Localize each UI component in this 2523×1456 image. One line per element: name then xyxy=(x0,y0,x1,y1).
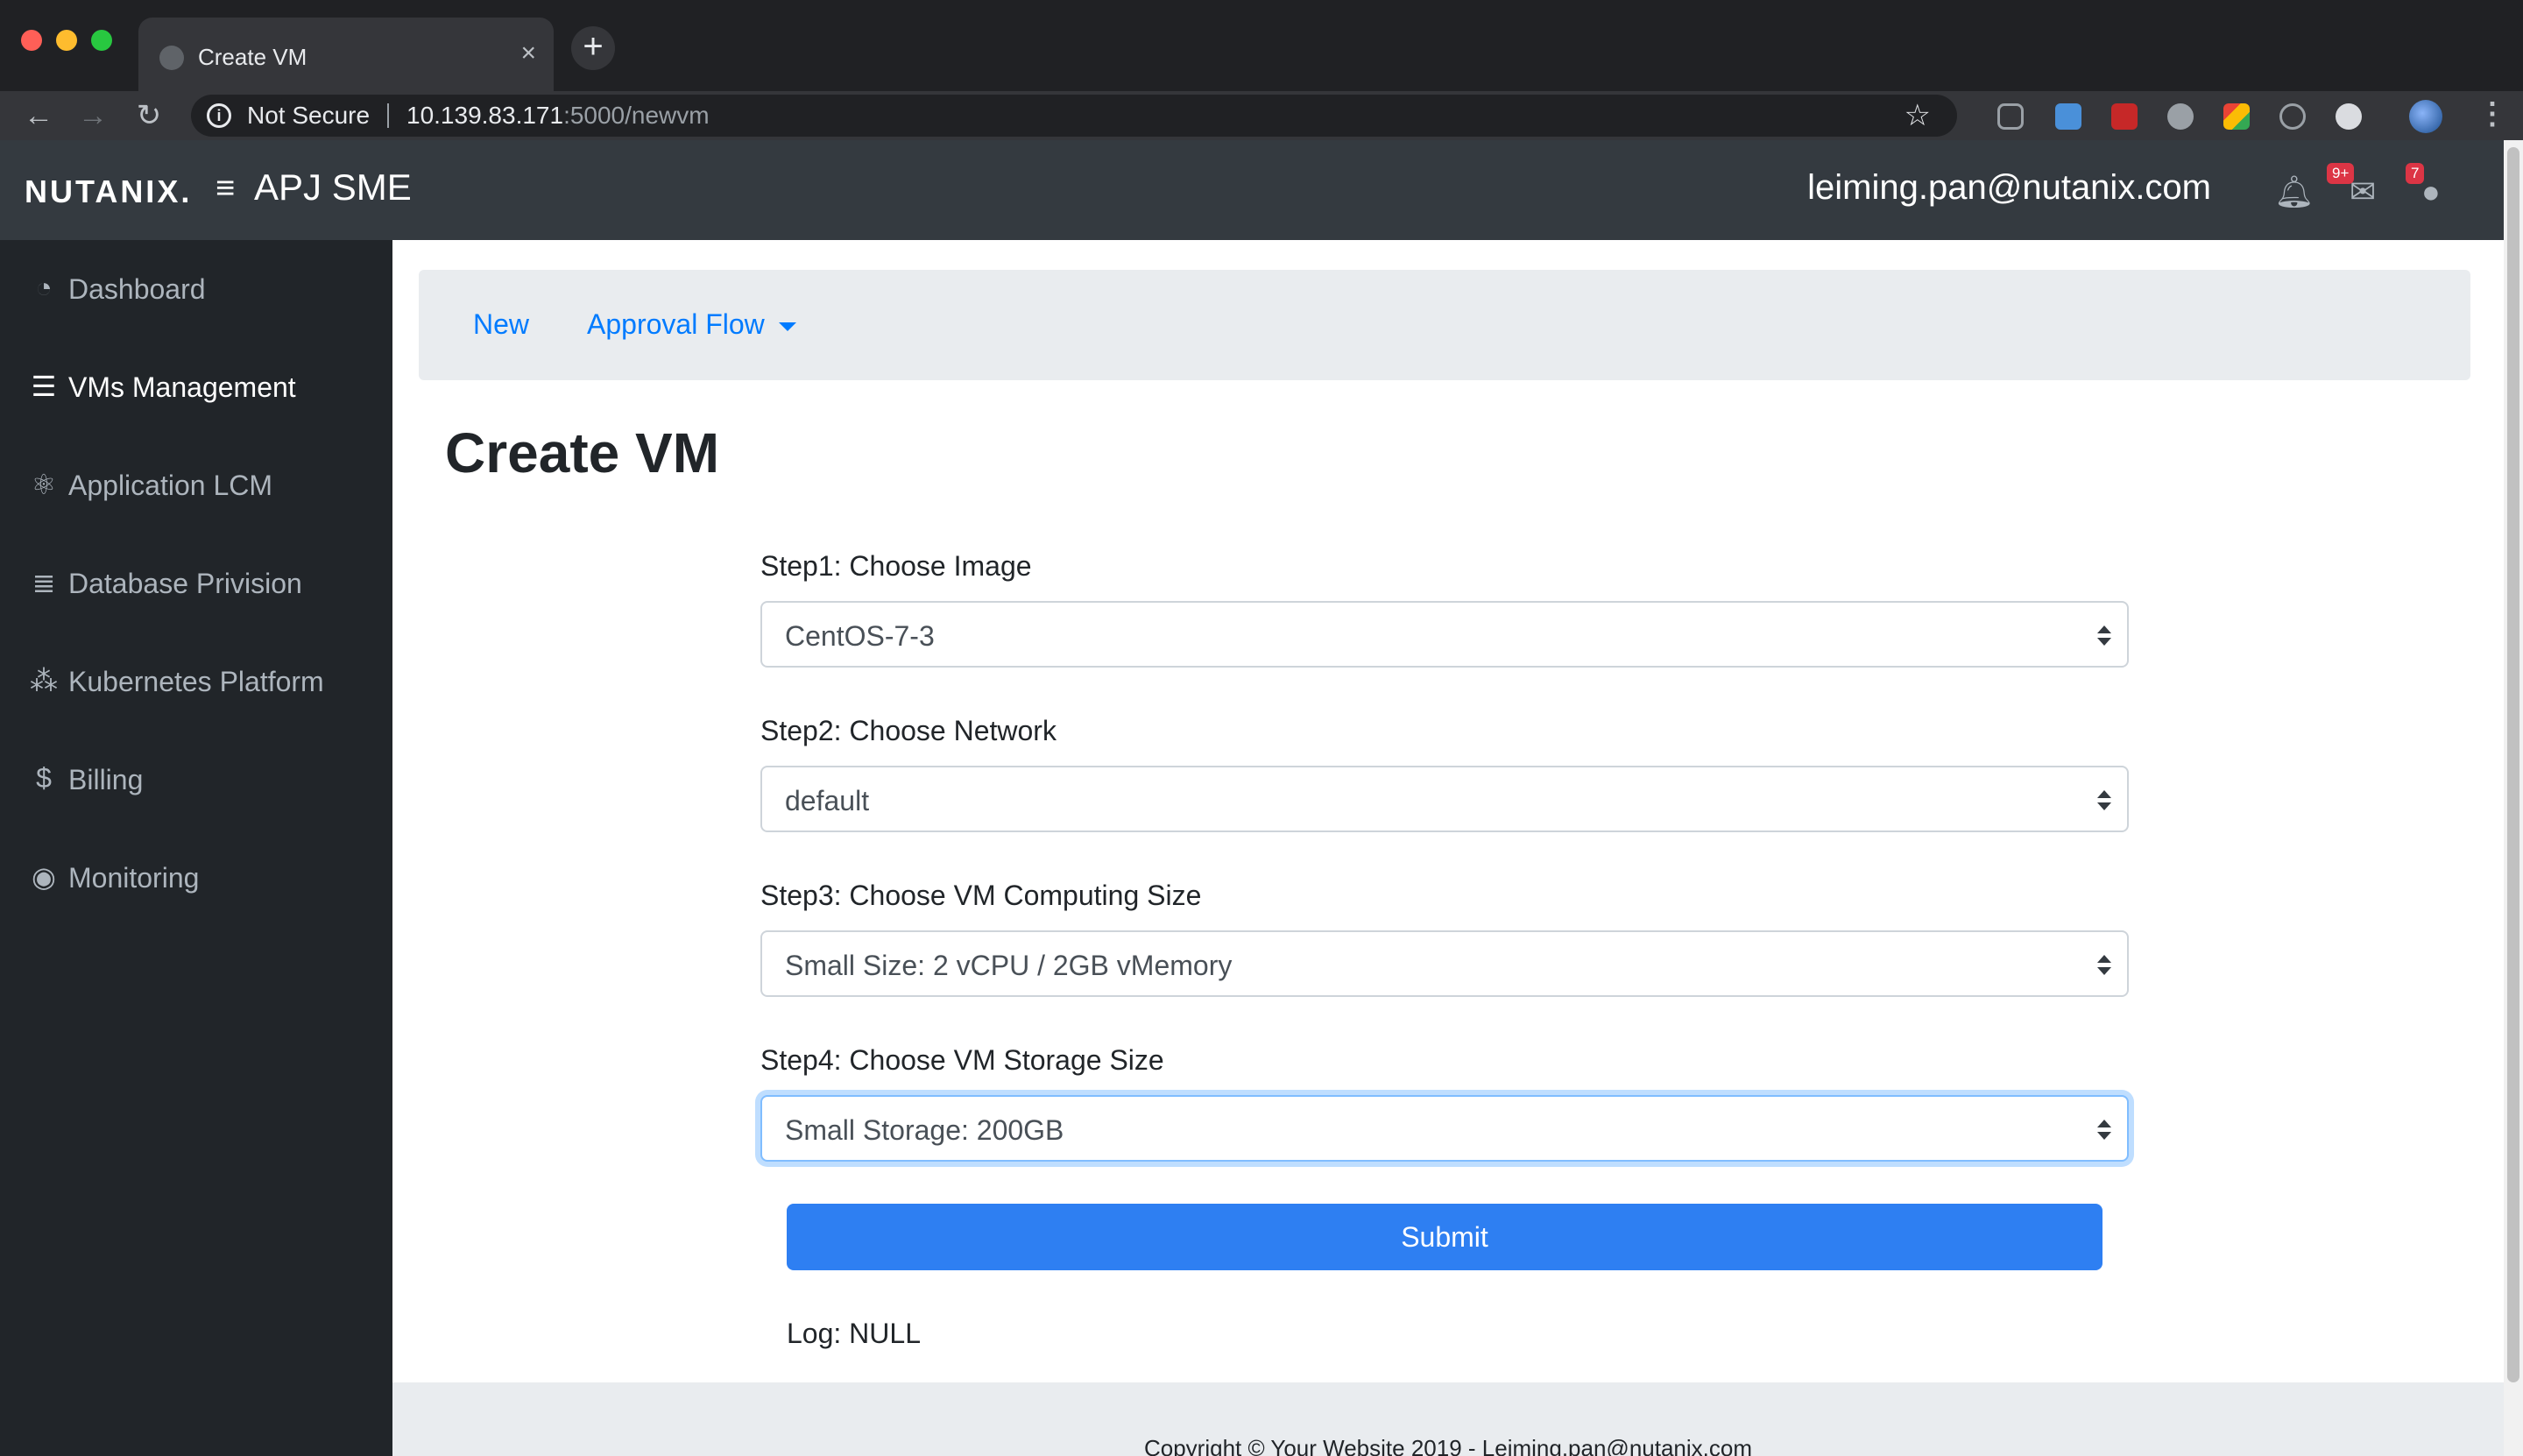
sidebar-item-database-privision[interactable]: ≣ Database Privision xyxy=(28,559,378,608)
log-output: Log: NULL xyxy=(787,1318,921,1349)
page-scrollbar[interactable] xyxy=(2504,140,2523,1456)
sidebar-item-vms-management[interactable]: ☰ VMs Management xyxy=(28,363,378,412)
select-arrows-icon xyxy=(2097,950,2111,979)
server-icon: ☰ xyxy=(31,371,57,402)
reload-icon[interactable]: ↻ xyxy=(131,98,166,133)
network-select[interactable]: default xyxy=(760,766,2129,832)
url-path: :5000/newvm xyxy=(563,102,710,129)
submit-button[interactable]: Submit xyxy=(787,1204,2102,1270)
sidebar-item-label: Monitoring xyxy=(68,862,200,894)
sidebar-item-label: VMs Management xyxy=(68,371,296,403)
footer: Copyright © Your Website 2019 - Leiming.… xyxy=(392,1382,2504,1456)
browser-tab-bar: Create VM × + xyxy=(0,0,2523,91)
computing-size-select[interactable]: Small Size: 2 vCPU / 2GB vMemory xyxy=(760,930,2129,997)
address-bar[interactable]: i Not Secure 10.139.83.171:5000/newvm ☆ xyxy=(191,95,1957,137)
security-label: Not Secure xyxy=(247,102,371,129)
url-separator xyxy=(387,103,389,128)
sidebar-item-label: Database Privision xyxy=(68,568,302,599)
forward-icon[interactable]: → xyxy=(75,98,110,133)
select-arrows-icon xyxy=(2097,620,2111,650)
maximize-window-button[interactable] xyxy=(91,30,112,51)
atom-icon: ⚛ xyxy=(31,469,57,500)
new-tab-button[interactable]: + xyxy=(571,26,615,70)
step1-label: Step1: Choose Image xyxy=(760,550,1032,582)
step3-label: Step3: Choose VM Computing Size xyxy=(760,880,1202,911)
computing-size-select-value: Small Size: 2 vCPU / 2GB vMemory xyxy=(785,950,1233,981)
tab-title: Create VM xyxy=(198,44,307,70)
page-title: Create VM xyxy=(445,421,719,484)
site-name[interactable]: APJ SME xyxy=(254,166,412,209)
sidebar: ◔ Dashboard ☰ VMs Management ⚛ Applicati… xyxy=(0,240,392,1456)
pocket-extension-icon[interactable] xyxy=(1997,103,2024,130)
extension-blue-icon[interactable] xyxy=(2055,103,2081,130)
approval-flow-label: Approval Flow xyxy=(587,308,765,340)
eye-icon: ◉ xyxy=(32,861,56,893)
profile-avatar[interactable] xyxy=(2409,100,2442,133)
select-arrows-icon xyxy=(2097,785,2111,815)
user-email: leiming.pan@nutanix.com xyxy=(1807,168,2211,207)
sidebar-item-dashboard[interactable]: ◔ Dashboard xyxy=(28,265,378,314)
sidebar-item-billing[interactable]: $ Billing xyxy=(28,755,378,804)
info-icon[interactable]: i xyxy=(207,103,231,128)
sidebar-item-label: Kubernetes Platform xyxy=(68,666,324,697)
approval-flow-dropdown[interactable]: Approval Flow xyxy=(587,308,796,341)
storage-size-select-value: Small Storage: 200GB xyxy=(785,1114,1064,1146)
app-header: NUTANIX. ≡ APJ SME leiming.pan@nutanix.c… xyxy=(0,140,2504,240)
storage-size-select[interactable]: Small Storage: 200GB xyxy=(760,1095,2129,1162)
tachometer-icon: ◔ xyxy=(35,272,53,303)
image-select-value: CentOS-7-3 xyxy=(785,620,935,652)
image-select[interactable]: CentOS-7-3 xyxy=(760,601,2129,668)
close-window-button[interactable] xyxy=(21,30,42,51)
back-icon[interactable]: ← xyxy=(21,98,56,133)
bell-icon[interactable]: 🔔︎ xyxy=(2274,173,2315,210)
browser-tab-active[interactable]: Create VM × xyxy=(138,18,554,91)
brand-logo[interactable]: NUTANIX. xyxy=(25,173,192,210)
url-text: 10.139.83.171:5000/newvm xyxy=(406,102,710,130)
sidebar-item-monitoring[interactable]: ◉ Monitoring xyxy=(28,853,378,902)
dollar-icon: $ xyxy=(36,762,52,794)
main-content: New Approval Flow Create VM Step1: Choos… xyxy=(392,240,2504,1456)
extension-color-icon[interactable] xyxy=(2223,103,2250,130)
extension-circle-icon[interactable] xyxy=(2167,103,2194,130)
extension-red-icon[interactable] xyxy=(2111,103,2138,130)
step4-label: Step4: Choose VM Storage Size xyxy=(760,1044,1164,1076)
hamburger-menu-icon[interactable]: ≡ xyxy=(216,170,235,208)
browser-toolbar: ← → ↻ i Not Secure 10.139.83.171:5000/ne… xyxy=(0,91,2523,140)
sidebar-item-kubernetes-platform[interactable]: ⁂ Kubernetes Platform xyxy=(28,657,378,706)
cubes-icon: ⁂ xyxy=(30,665,58,696)
mail-badge: 9+ xyxy=(2327,163,2355,184)
user-circle-icon[interactable]: ● xyxy=(2421,173,2441,210)
minimize-window-button[interactable] xyxy=(56,30,77,51)
sidebar-item-label: Dashboard xyxy=(68,273,206,305)
database-icon: ≣ xyxy=(32,567,56,598)
nav-link-new[interactable]: New xyxy=(473,308,529,341)
sidebar-item-label: Billing xyxy=(68,764,144,795)
step2-label: Step2: Choose Network xyxy=(760,715,1057,746)
globe-icon xyxy=(159,46,184,70)
sidebar-item-label: Application LCM xyxy=(68,470,272,501)
caret-down-icon xyxy=(778,322,796,331)
extension-info-icon[interactable] xyxy=(2279,103,2306,130)
network-select-value: default xyxy=(785,785,870,816)
bookmark-star-icon[interactable]: ☆ xyxy=(1905,98,1931,133)
select-arrows-icon xyxy=(2097,1114,2111,1144)
sidebar-item-application-lcm[interactable]: ⚛ Application LCM xyxy=(28,461,378,510)
footer-copyright: Copyright © Your Website 2019 - Leiming.… xyxy=(1143,1435,1752,1456)
sub-navbar: New Approval Flow xyxy=(419,270,2470,380)
tab-close-icon[interactable]: × xyxy=(520,40,536,67)
scrollbar-thumb[interactable] xyxy=(2507,147,2519,1382)
extension-globe-icon[interactable] xyxy=(2336,103,2362,130)
url-host: 10.139.83.171 xyxy=(406,102,564,129)
browser-menu-icon[interactable]: ⋮ xyxy=(2477,96,2507,131)
user-badge: 7 xyxy=(2406,163,2425,184)
